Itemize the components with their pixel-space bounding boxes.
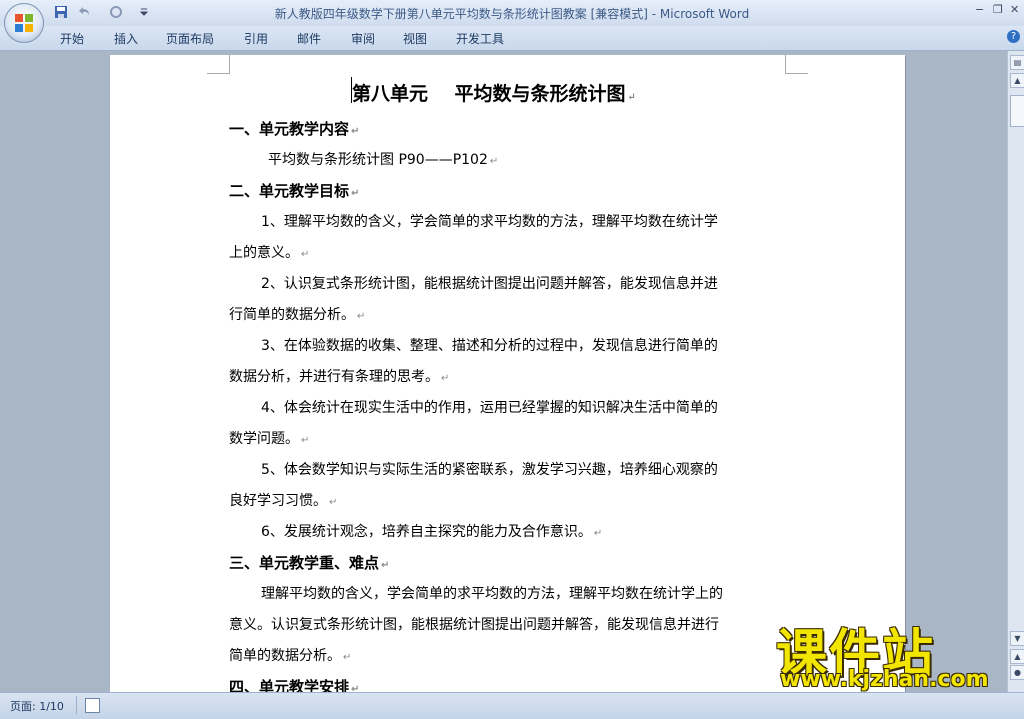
document-page[interactable]: 第八单元 平均数与条形统计图 ↵ 一、单元教学内容 ↵ 平均数与条形统计图 P90—… <box>110 55 905 705</box>
paragraph-line: 3、在体验数据的收集、整理、描述和分析的过程中，发现信息进行简单的 <box>261 338 718 354</box>
paragraph-line: 良好学习习惯。 ↵ <box>229 493 338 509</box>
restore-button[interactable]: ❐ <box>993 3 1003 16</box>
browse-object-icon[interactable]: ● <box>1010 665 1024 680</box>
paragraph-line: 5、体会数学知识与实际生活的紧密联系，激发学习兴趣，培养细心观察的 <box>261 462 718 478</box>
tab-developer[interactable]: 开发工具 <box>456 30 504 47</box>
redo-icon[interactable] <box>108 5 124 19</box>
paragraph-line: 行简单的数据分析。 ↵ <box>229 307 366 323</box>
office-button[interactable] <box>4 3 44 43</box>
scrollbar-thumb[interactable] <box>1010 95 1024 127</box>
page-indicator[interactable]: 页面: 1/10 <box>10 698 64 714</box>
status-separator <box>76 696 77 714</box>
scroll-down-icon[interactable]: ▼ <box>1010 631 1024 646</box>
paragraph-line: 4、体会统计在现实生活中的作用，运用已经掌握的知识解决生活中简单的 <box>261 400 718 416</box>
section-heading: 二、单元教学目标 ↵ <box>229 182 360 200</box>
paragraph-line: 简单的数据分析。 ↵ <box>229 648 352 664</box>
scroll-up-icon[interactable]: ▲ <box>1010 73 1024 88</box>
paragraph-line: 数据分析，并进行有条理的思考。 ↵ <box>229 369 450 385</box>
ribbon-tabs: 开始 插入 页面布局 引用 邮件 审阅 视图 开发工具 <box>0 26 1024 51</box>
tab-references[interactable]: 引用 <box>244 30 268 47</box>
save-icon[interactable] <box>54 5 68 19</box>
tab-view[interactable]: 视图 <box>403 30 427 47</box>
watermark-url: www.kjzhan.com <box>780 667 989 692</box>
paragraph-line: 6、发展统计观念，培养自主探究的能力及合作意识。 ↵ <box>261 524 603 540</box>
help-icon[interactable]: ? <box>1007 30 1020 43</box>
section-heading: 三、单元教学重、难点 ↵ <box>229 554 390 572</box>
undo-icon[interactable] <box>76 5 92 19</box>
margin-corner-left <box>207 55 230 74</box>
proofing-icon[interactable] <box>85 698 100 713</box>
tab-mailings[interactable]: 邮件 <box>297 30 321 47</box>
status-bar: 页面: 1/10 <box>0 692 1024 719</box>
paragraph-line: 理解平均数的含义，学会简单的求平均数的方法，理解平均数在统计学上的 <box>261 586 723 602</box>
paragraph-line: 2、认识复式条形统计图，能根据统计图提出问题并解答，能发现信息并进 <box>261 276 718 292</box>
tab-review[interactable]: 审阅 <box>351 30 375 47</box>
minimize-button[interactable]: − <box>975 3 984 16</box>
window-title: 新人教版四年级数学下册第八单元平均数与条形统计图教案 [兼容模式] - Micr… <box>274 7 750 21</box>
vertical-scrollbar[interactable]: ▤ ▲ ▼ ▲ ● <box>1007 51 1024 692</box>
paragraph-line: 意义。认识复式条形统计图，能根据统计图提出问题并解答，能发现信息并进行 <box>229 617 719 633</box>
previous-page-icon[interactable]: ▲ <box>1010 649 1024 664</box>
margin-corner-right <box>785 55 808 74</box>
paragraph-line: 1、理解平均数的含义，学会简单的求平均数的方法，理解平均数在统计学 <box>261 214 718 230</box>
tab-home[interactable]: 开始 <box>60 30 84 47</box>
ruler-toggle-icon[interactable]: ▤ <box>1010 55 1024 70</box>
customize-toolbar-icon[interactable] <box>140 7 148 17</box>
title-bar: 新人教版四年级数学下册第八单元平均数与条形统计图教案 [兼容模式] - Micr… <box>0 0 1024 26</box>
document-workspace: 第八单元 平均数与条形统计图 ↵ 一、单元教学内容 ↵ 平均数与条形统计图 P90—… <box>0 51 1007 705</box>
tab-page-layout[interactable]: 页面布局 <box>166 30 214 47</box>
paragraph-line: 平均数与条形统计图 P90——P102 ↵ <box>268 152 499 168</box>
close-button[interactable]: ✕ <box>1010 3 1019 16</box>
office-logo-icon <box>15 14 33 32</box>
document-title: 第八单元 平均数与条形统计图 ↵ <box>352 83 636 105</box>
paragraph-line: 数学问题。 ↵ <box>229 431 310 447</box>
paragraph-line: 上的意义。 ↵ <box>229 245 310 261</box>
tab-insert[interactable]: 插入 <box>114 30 138 47</box>
section-heading: 一、单元教学内容 ↵ <box>229 120 360 138</box>
